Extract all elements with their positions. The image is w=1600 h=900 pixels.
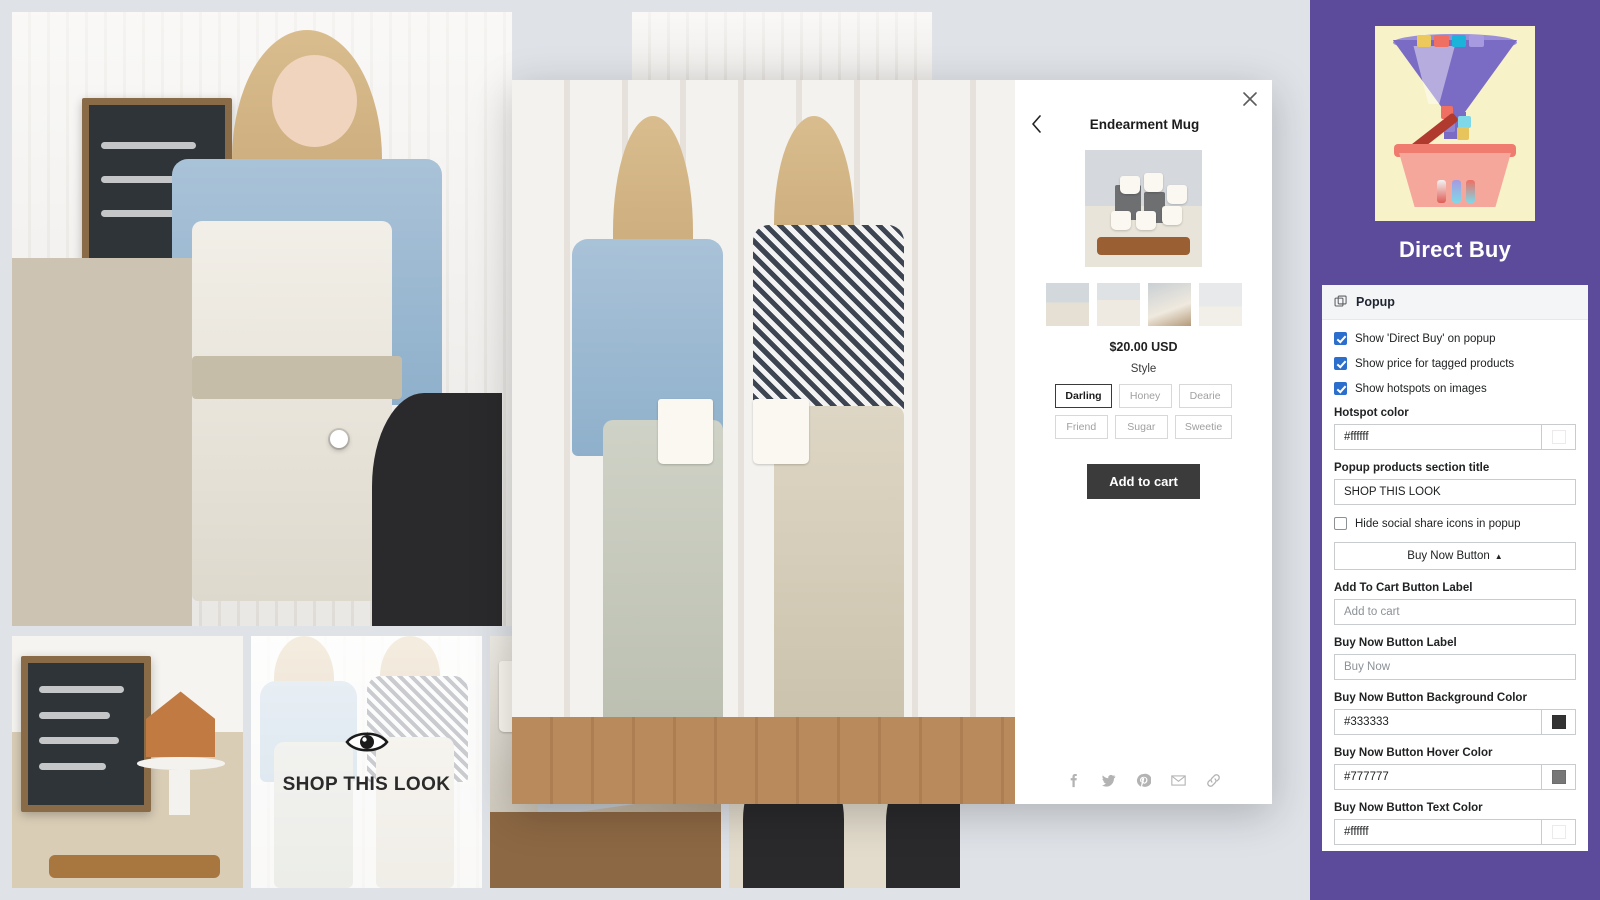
link-icon[interactable] [1206, 773, 1221, 788]
settings-section-title: Popup [1356, 295, 1395, 309]
buy-now-bg-swatch-button[interactable] [1542, 709, 1576, 735]
gallery-tile-aprons[interactable]: SHOP THIS LOOK [251, 636, 482, 888]
color-swatch [1551, 430, 1566, 444]
app-branding: Direct Buy [1322, 0, 1588, 263]
color-swatch [1551, 770, 1566, 784]
hotspot-color-input[interactable]: #ffffff [1334, 424, 1542, 450]
setting-show-direct-buy[interactable]: Show 'Direct Buy' on popup [1334, 332, 1576, 345]
buy-now-hover-input[interactable]: #777777 [1334, 764, 1542, 790]
gallery-tile-gingerbread[interactable] [12, 636, 243, 888]
buy-now-bg-row: #333333 [1334, 709, 1576, 735]
checkbox-label: Show price for tagged products [1355, 357, 1515, 370]
eye-icon [344, 732, 389, 752]
add-to-cart-button[interactable]: Add to cart [1087, 464, 1200, 499]
chalkboard-prop [21, 656, 151, 813]
settings-card: Popup Show 'Direct Buy' on popup Show pr… [1322, 285, 1588, 851]
product-price: $20.00 USD [1109, 340, 1178, 354]
checkbox-show-price[interactable] [1334, 357, 1347, 370]
buy-now-bg-input[interactable]: #333333 [1334, 709, 1542, 735]
facebook-icon[interactable] [1066, 773, 1081, 788]
checkbox-label: Show 'Direct Buy' on popup [1355, 332, 1496, 345]
hero-photo [12, 12, 512, 626]
thumbnail-2[interactable] [1096, 283, 1140, 326]
settings-sidebar: Direct Buy Popup Show 'Direct Buy' on po… [1310, 0, 1600, 900]
hotspot-color-row: #ffffff [1334, 424, 1576, 450]
option-label: Style [1130, 363, 1157, 375]
app-name: Direct Buy [1398, 237, 1512, 262]
buy-now-hover-row: #777777 [1334, 764, 1576, 790]
collapse-label: Buy Now Button [1407, 550, 1490, 562]
thumbnail-3[interactable] [1147, 283, 1191, 326]
buy-now-text-swatch-button[interactable] [1542, 819, 1576, 845]
buy-now-hover-swatch-button[interactable] [1542, 764, 1576, 790]
buy-now-label-label: Buy Now Button Label [1334, 637, 1457, 649]
color-swatch [1551, 825, 1566, 839]
buy-now-hover-label: Buy Now Button Hover Color [1334, 747, 1493, 759]
buy-now-label-input[interactable]: Buy Now [1334, 654, 1576, 680]
social-share-row [1015, 773, 1272, 788]
model-apron [192, 220, 392, 602]
checkbox-show-hotspots[interactable] [1334, 382, 1347, 395]
checkbox-label: Hide social share icons in popup [1355, 517, 1521, 530]
thumbnail-4[interactable] [1198, 283, 1242, 326]
close-icon[interactable] [1240, 89, 1260, 109]
checkbox-label: Show hotspots on images [1355, 382, 1487, 395]
popup-section-title-row: SHOP THIS LOOK [1334, 479, 1576, 505]
variant-option[interactable]: Darling [1055, 384, 1112, 408]
duplicate-icon [1334, 295, 1347, 307]
shop-this-look-label: SHOP THIS LOOK [282, 774, 451, 795]
color-swatch [1551, 715, 1566, 729]
product-title: Endearment Mug [1089, 116, 1200, 132]
popup-details-panel: Endearment Mug $20.00 USD Style Darling … [1015, 80, 1272, 804]
variant-option[interactable]: Dearie [1178, 384, 1232, 408]
variant-option[interactable]: Sweetie [1174, 415, 1233, 439]
setting-hide-social[interactable]: Hide social share icons in popup [1334, 517, 1576, 530]
popup-lifestyle-image[interactable] [512, 80, 1015, 804]
chevron-left-icon[interactable] [1029, 114, 1043, 134]
twitter-icon[interactable] [1101, 773, 1116, 788]
hotspot-color-label: Hotspot color [1334, 407, 1409, 419]
add-to-cart-label-label: Add To Cart Button Label [1334, 582, 1473, 594]
gallery-tile-hero[interactable] [12, 12, 512, 626]
buy-now-text-row: #ffffff [1334, 819, 1576, 845]
buy-now-text-input[interactable]: #ffffff [1334, 819, 1542, 845]
thumbnail-1[interactable] [1045, 283, 1089, 326]
popup-header: Endearment Mug [1029, 114, 1258, 134]
checkbox-show-direct-buy[interactable] [1334, 332, 1347, 345]
shop-this-look-overlay[interactable]: SHOP THIS LOOK [251, 636, 482, 888]
product-popup-modal: Endearment Mug $20.00 USD Style Darling … [512, 80, 1272, 804]
hotspot-marker[interactable] [330, 430, 348, 448]
variant-option[interactable]: Friend [1054, 415, 1108, 439]
popup-section-title-input[interactable]: SHOP THIS LOOK [1334, 479, 1576, 505]
popup-section-title-label: Popup products section title [1334, 462, 1490, 474]
gingerbread-photo [12, 636, 243, 888]
app-root: SHOP THIS LOOK Endearment Mug $20.00 USD… [0, 0, 1600, 900]
variant-option[interactable]: Sugar [1114, 415, 1168, 439]
variant-option[interactable]: Honey [1118, 384, 1172, 408]
add-to-cart-label-input[interactable]: Add to cart [1334, 599, 1576, 625]
buy-now-button-collapse[interactable]: Buy Now Button ▲ [1334, 542, 1576, 570]
model-face [272, 54, 357, 148]
funnel-basket-icon [1375, 26, 1535, 221]
product-thumbnails [1029, 283, 1258, 326]
email-icon[interactable] [1171, 773, 1186, 788]
buy-now-text-label: Buy Now Button Text Color [1334, 802, 1483, 814]
setting-show-price[interactable]: Show price for tagged products [1334, 357, 1576, 370]
buy-now-label-row: Buy Now [1334, 654, 1576, 680]
pinterest-icon[interactable] [1136, 773, 1151, 788]
settings-form: Show 'Direct Buy' on popup Show price fo… [1322, 320, 1588, 851]
hotspot-color-swatch-button[interactable] [1542, 424, 1576, 450]
caret-up-icon: ▲ [1494, 551, 1503, 561]
checkbox-hide-social[interactable] [1334, 517, 1347, 530]
variant-options: Darling Honey Dearie Friend Sugar Sweeti… [1029, 384, 1258, 439]
settings-section-header: Popup [1322, 285, 1588, 320]
product-main-image[interactable] [1085, 150, 1202, 267]
setting-show-hotspots[interactable]: Show hotspots on images [1334, 382, 1576, 395]
buy-now-bg-label: Buy Now Button Background Color [1334, 692, 1527, 704]
add-to-cart-label-row: Add to cart [1334, 599, 1576, 625]
